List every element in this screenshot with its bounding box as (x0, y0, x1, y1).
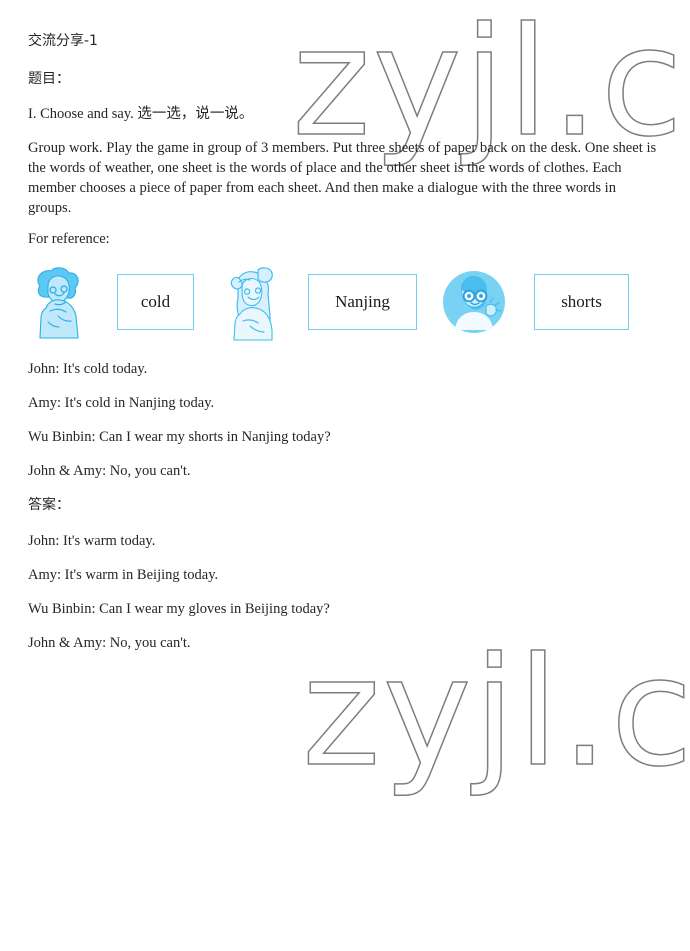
page-title: 交流分享-1 (28, 33, 98, 49)
example-dialogue-line-1: John: It's cold today. (28, 361, 148, 377)
word-card-cold-label: cold (140, 292, 171, 311)
section-label-question: 题目： (28, 71, 70, 87)
word-card-nanjing[interactable]: Nanjing (308, 274, 417, 330)
word-card-nanjing-label: Nanjing (335, 292, 390, 311)
reference-label: For reference: (28, 231, 110, 247)
task-description: Group work. Play the game in group of 3 … (28, 140, 657, 216)
illustration-boy-with-glasses (442, 270, 506, 339)
watermark-bottom: zyjl.cn (301, 626, 690, 800)
word-card-shorts[interactable]: shorts (534, 274, 629, 330)
word-card-cold[interactable]: cold (117, 274, 194, 330)
section-label-answer: 答案： (28, 497, 70, 513)
illustration-girl-with-bow (220, 266, 286, 349)
word-card-shorts-label: shorts (561, 292, 602, 311)
answer-line-2: Amy: It's warm in Beijing today. (28, 567, 219, 583)
example-dialogue-line-4: John & Amy: No, you can't. (28, 463, 191, 479)
illustration-boy-curly-hair (28, 266, 90, 349)
reference-row: cold Nanjing shorts (28, 266, 662, 346)
instruction-heading: I. Choose and say. 选一选，说一说。 (28, 106, 254, 122)
answer-line-4: John & Amy: No, you can't. (28, 635, 191, 651)
watermark-top: zyjl.cn (291, 0, 690, 170)
example-dialogue-line-3: Wu Binbin: Can I wear my shorts in Nanji… (28, 429, 331, 445)
example-dialogue-line-2: Amy: It's cold in Nanjing today. (28, 395, 215, 411)
answer-line-3: Wu Binbin: Can I wear my gloves in Beiji… (28, 601, 330, 617)
answer-line-1: John: It's warm today. (28, 533, 156, 549)
